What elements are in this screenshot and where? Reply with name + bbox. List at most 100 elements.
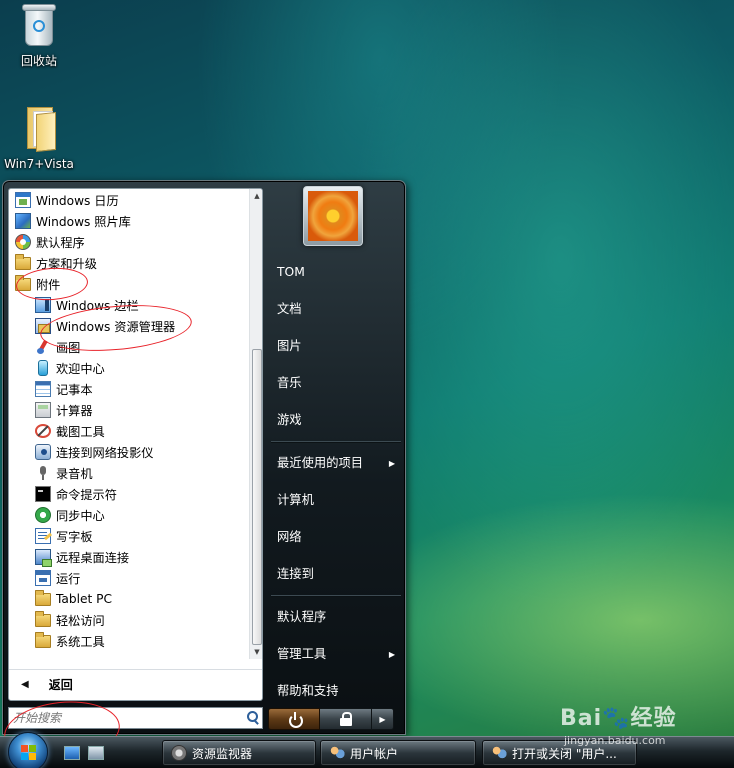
program-item[interactable]: 计算器 <box>9 399 249 420</box>
program-label: Windows 照片库 <box>36 214 131 229</box>
show-desktop-icon[interactable] <box>64 746 80 760</box>
paint-icon <box>35 339 51 355</box>
baidu-watermark: Bai🐾经验 jingyan.baidu.com <box>560 700 730 747</box>
right-menu-item[interactable]: 游戏 <box>271 402 401 439</box>
folder-icon <box>15 254 31 270</box>
program-item[interactable]: 连接到网络投影仪 <box>9 441 249 462</box>
scroll-down-icon[interactable]: ▼ <box>250 646 262 658</box>
program-item[interactable]: Windows 照片库 <box>9 210 249 231</box>
program-item[interactable]: 写字板 <box>9 525 249 546</box>
power-controls: ▶ <box>268 708 396 730</box>
snipping-tool-icon <box>35 423 51 438</box>
taskbar-button-label: 用户帐户 <box>350 746 399 761</box>
power-icon[interactable] <box>268 708 320 730</box>
program-item[interactable]: 轻松访问 <box>9 609 249 630</box>
right-menu-item[interactable]: 默认程序 <box>271 599 401 636</box>
calendar-icon <box>15 191 31 208</box>
shutdown-options-arrow-icon[interactable]: ▶ <box>372 708 394 730</box>
right-menu-item[interactable]: TOM <box>271 254 401 291</box>
start-menu: Windows 日历 Windows 照片库 默认程序 方案和升级 附件 Windows … <box>2 180 406 735</box>
notepad-icon <box>35 380 51 397</box>
right-menu-label: 帮助和支持 <box>277 684 339 698</box>
right-menu-item[interactable]: 音乐 <box>271 365 401 402</box>
right-menu-item[interactable]: 最近使用的项目 ▶ <box>271 445 401 482</box>
remote-desktop-icon <box>35 548 52 567</box>
right-menu-item[interactable]: 图片 <box>271 328 401 365</box>
right-menu-label: 网络 <box>277 530 302 544</box>
taskbar-button-user-accounts[interactable]: 用户帐户 <box>320 740 476 766</box>
scroll-up-icon[interactable]: ▲ <box>250 190 262 202</box>
program-item[interactable]: 默认程序 <box>9 231 249 252</box>
user-accounts-icon <box>491 745 507 761</box>
program-item[interactable]: Windows 日历 <box>9 189 249 210</box>
user-accounts-icon <box>329 745 345 761</box>
right-menu-item[interactable]: 连接到 <box>271 556 401 593</box>
right-menu-label: 计算机 <box>277 493 314 507</box>
program-item[interactable]: Windows 资源管理器 <box>9 315 249 336</box>
scroll-thumb[interactable] <box>252 349 262 645</box>
right-menu-item[interactable]: 管理工具 ▶ <box>271 636 401 673</box>
recycle-bin-icon <box>21 2 57 48</box>
right-menu-item[interactable]: 文档 <box>271 291 401 328</box>
program-item[interactable]: 运行 <box>9 567 249 588</box>
program-label: Tablet PC <box>56 591 113 606</box>
right-menu-label: 管理工具 <box>277 647 327 661</box>
program-label: 画图 <box>56 340 81 355</box>
watermark-url: jingyan.baidu.com <box>564 734 666 747</box>
program-label: 附件 <box>36 277 61 292</box>
photo-gallery-icon <box>15 212 31 229</box>
explorer-icon <box>35 317 51 334</box>
command-prompt-icon <box>35 485 51 502</box>
program-item[interactable]: 欢迎中心 <box>9 357 249 378</box>
folder-icon <box>35 611 51 627</box>
program-item[interactable]: 方案和升级 <box>9 252 249 273</box>
right-menu-label: 音乐 <box>277 376 302 390</box>
program-item[interactable]: Windows 边栏 <box>9 294 249 315</box>
program-item[interactable]: 命令提示符 <box>9 483 249 504</box>
default-programs-icon <box>15 233 31 250</box>
program-label: Windows 边栏 <box>56 298 139 313</box>
run-icon <box>35 569 51 586</box>
program-label: 运行 <box>56 571 81 586</box>
search-icon[interactable] <box>244 708 262 728</box>
right-pane: TOM 文档 图片音乐游戏最近使用的项目 ▶ 计算机网络连接到默认程序 管理工具 ▶ 帮助和支… <box>271 254 401 710</box>
back-button[interactable]: ◀ 返回 <box>9 669 262 699</box>
welcome-center-icon <box>38 359 48 376</box>
program-label: 同步中心 <box>56 508 105 523</box>
recycle-bin[interactable]: 回收站 <box>0 2 78 69</box>
user-picture[interactable] <box>303 186 363 246</box>
taskbar-button-resource-monitor[interactable]: 资源监视器 <box>162 740 316 766</box>
windows-logo-icon <box>21 745 37 761</box>
folder-icon <box>19 105 59 153</box>
program-list-scrollbar[interactable]: ▲ ▼ <box>249 189 262 659</box>
resource-monitor-icon <box>171 745 187 761</box>
calculator-icon <box>35 401 51 418</box>
program-label: 记事本 <box>56 382 93 397</box>
program-item[interactable]: 记事本 <box>9 378 249 399</box>
program-item[interactable]: 系统工具 <box>9 630 249 651</box>
program-label: 写字板 <box>56 529 93 544</box>
right-menu-label: 游戏 <box>277 413 302 427</box>
switch-windows-icon[interactable] <box>88 746 104 760</box>
program-item[interactable]: 同步中心 <box>9 504 249 525</box>
desktop-folder[interactable]: Win7+Vista <box>0 105 78 171</box>
back-arrow-icon: ◀ <box>21 679 29 690</box>
program-item[interactable]: 附件 <box>9 273 249 294</box>
program-label: 连接到网络投影仪 <box>56 445 154 460</box>
folder-icon <box>15 275 31 291</box>
right-menu-item[interactable]: 帮助和支持 <box>271 673 401 710</box>
program-list: Windows 日历 Windows 照片库 默认程序方案和升级附件 Windows … <box>9 189 249 659</box>
right-menu-item[interactable]: 网络 <box>271 519 401 556</box>
program-item[interactable]: 远程桌面连接 <box>9 546 249 567</box>
lock-icon[interactable] <box>320 708 372 730</box>
program-label: 默认程序 <box>36 235 85 250</box>
start-button[interactable] <box>8 732 48 768</box>
taskbar-button-label: 资源监视器 <box>192 746 253 761</box>
program-item[interactable]: Tablet PC <box>9 588 249 609</box>
start-search[interactable] <box>8 707 263 729</box>
program-item[interactable]: 画图 <box>9 336 249 357</box>
program-item[interactable]: 截图工具 <box>9 420 249 441</box>
start-search-input[interactable] <box>9 708 244 728</box>
right-menu-item[interactable]: 计算机 <box>271 482 401 519</box>
program-item[interactable]: 录音机 <box>9 462 249 483</box>
